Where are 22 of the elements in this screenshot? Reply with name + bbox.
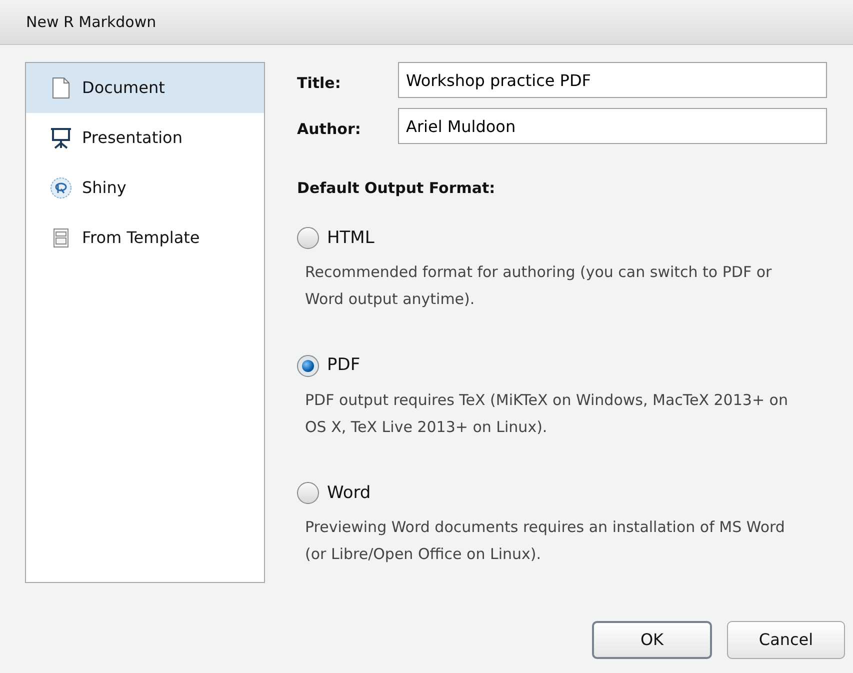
radio-option[interactable]: Word: [297, 480, 371, 506]
easel-icon: [50, 127, 72, 149]
template-icon: [53, 228, 69, 248]
dialog-button[interactable]: Cancel: [727, 621, 845, 659]
field-label: Title:: [297, 72, 342, 94]
option-description: Previewing Word documents requires an installation of MS Word (or Libre/Open Office on Linux).: [305, 517, 786, 565]
radio-button[interactable]: [297, 354, 319, 377]
section-heading: Default Output Format:: [297, 178, 496, 199]
dialog-button[interactable]: OK: [592, 621, 712, 659]
radio-option[interactable]: PDF: [297, 353, 360, 378]
radio-option[interactable]: HTML: [297, 226, 374, 251]
field-label: Author:: [297, 118, 362, 140]
radio-button[interactable]: [297, 482, 319, 504]
document-icon: [52, 77, 70, 99]
r-logo-icon: [50, 177, 72, 199]
text-field[interactable]: Ariel Muldoon: [398, 108, 827, 144]
window-title: New R Markdown: [26, 12, 156, 33]
option-description: Recommended format for authoring (you can switch to PDF or Word output anytime).: [305, 262, 773, 310]
radio-button[interactable]: [297, 227, 319, 250]
option-description: PDF output requires TeX (MiKTeX on Windows, MacTeX 2013+ on OS X, TeX Live 2013+ on Linux).: [305, 390, 789, 438]
sidebar-item[interactable]: Document: [26, 63, 264, 113]
text-field[interactable]: Workshop practice PDF: [398, 62, 827, 98]
